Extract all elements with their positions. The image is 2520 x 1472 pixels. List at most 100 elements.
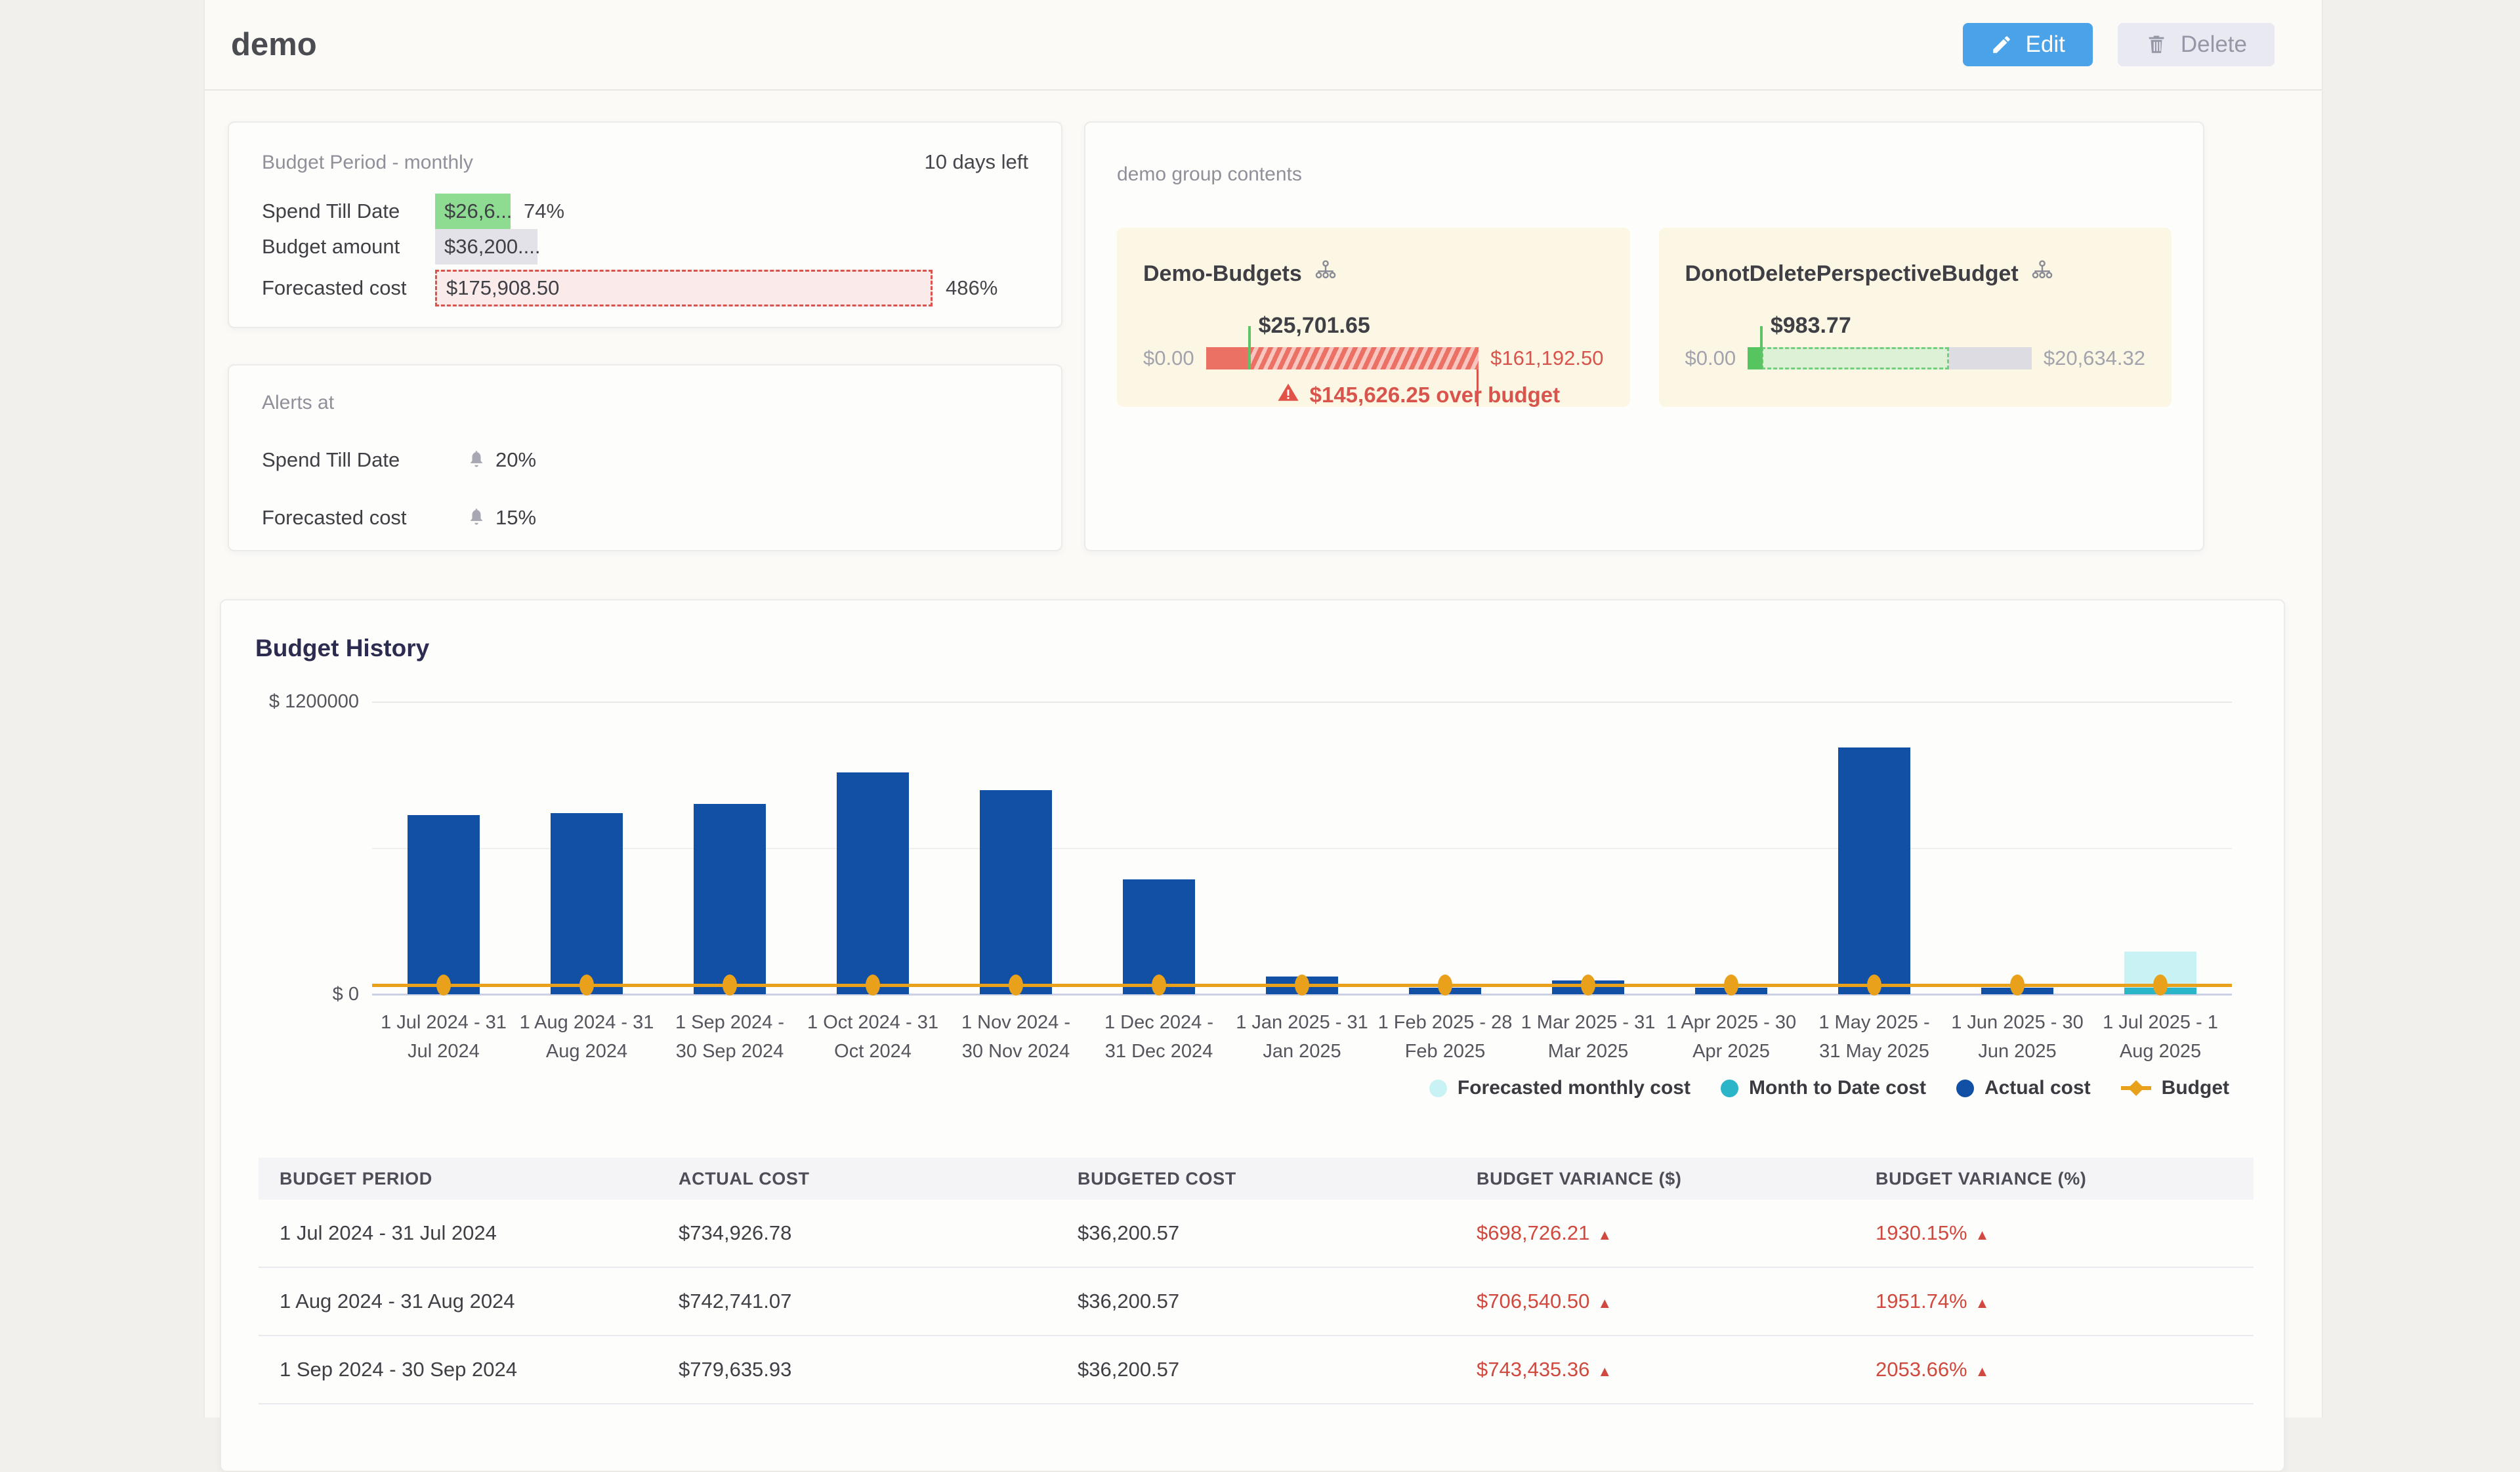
trash-icon: [2145, 33, 2168, 56]
y-axis-label-zero: $ 0: [234, 984, 359, 1005]
group-budget-name-text[interactable]: DonotDeletePerspectiveBudget: [1685, 261, 2019, 287]
pencil-icon: [1990, 33, 2013, 56]
chart-slot: [2089, 702, 2232, 994]
budget-period-row-label: Budget amount: [262, 235, 435, 259]
meter-min-label: $0.00: [1143, 347, 1194, 370]
budget-meter: $0.00$983.77$20,634.32: [1685, 347, 2146, 370]
budget-spend-chip: $26,6...: [435, 194, 511, 229]
over-budget-label: $145,626.25 over budget: [1277, 381, 1561, 409]
table-column-header: BUDGET PERIOD: [259, 1169, 658, 1189]
budget-period-row-label: Forecasted cost: [262, 276, 435, 300]
budget-period-card: Budget Period - monthly 10 days left Spe…: [228, 121, 1062, 328]
cell-budgeted-cost: $36,200.57: [1057, 1221, 1456, 1245]
x-axis-label: 1 May 2025 - 31 May 2025: [1803, 1009, 1946, 1066]
group-contents-card: demo group contents Demo-Budgets$0.00$25…: [1084, 121, 2204, 551]
cell-budget-period: 1 Aug 2024 - 31 Aug 2024: [259, 1290, 658, 1313]
chart-slot: [658, 702, 801, 994]
legend-label: Month to Date cost: [1749, 1077, 1926, 1099]
spend-marker-tick: [1760, 326, 1763, 369]
group-budget-name: Demo-Budgets: [1143, 259, 1604, 289]
delete-button[interactable]: Delete: [2118, 23, 2275, 66]
group-budget-name-text[interactable]: Demo-Budgets: [1143, 261, 1302, 287]
budget-budget-chip: $36,200....: [435, 229, 537, 264]
x-axis-label: 1 Mar 2025 - 31 Mar 2025: [1517, 1009, 1660, 1066]
table-column-header: BUDGET VARIANCE ($): [1456, 1169, 1855, 1189]
legend-label: Forecasted monthly cost: [1458, 1077, 1690, 1099]
cell-budget-period: 1 Jul 2024 - 31 Jul 2024: [259, 1221, 658, 1245]
over-budget-text: $145,626.25 over budget: [1310, 383, 1561, 408]
alerts-rows: Spend Till Date20%Forecasted cost15%: [262, 448, 1028, 530]
actual-cost-bar: [1838, 747, 1910, 994]
actual-cost-bar: [980, 790, 1052, 994]
actual-cost-bar: [551, 813, 623, 994]
cell-budget-variance-usd: $698,726.21▲: [1456, 1221, 1855, 1245]
budget-period-rows: Spend Till Date$26,6... 74% Budget amount$…: [262, 194, 1028, 306]
cell-budget-variance-pct: 1951.74%▲: [1855, 1290, 2254, 1313]
legend-label: Actual cost: [1984, 1077, 2091, 1099]
chart-slot: [1517, 702, 1660, 994]
cell-budgeted-cost: $36,200.57: [1057, 1358, 1456, 1381]
x-axis-label: 1 Aug 2024 - 31 Aug 2024: [515, 1009, 658, 1066]
chart-slot: [1803, 702, 1946, 994]
chart-slot: [1230, 702, 1374, 994]
alert-row-label: Spend Till Date: [262, 448, 467, 472]
table-row: 1 Sep 2024 - 30 Sep 2024$779,635.93$36,2…: [259, 1336, 2254, 1404]
budget-point-marker: [2153, 975, 2168, 996]
legend-label: Budget: [2162, 1077, 2229, 1099]
page-header: demo Edit Delete: [205, 0, 2322, 91]
x-axis-label: 1 Feb 2025 - 28 Feb 2025: [1374, 1009, 1517, 1066]
header-actions: Edit Delete: [1963, 23, 2275, 66]
chart-slot: [372, 702, 515, 994]
chart-legend: Forecasted monthly cost Month to Date cos…: [1429, 1077, 2229, 1099]
edit-button[interactable]: Edit: [1963, 23, 2093, 66]
y-axis-label-max: $ 1200000: [234, 691, 359, 713]
table-column-header: ACTUAL COST: [658, 1169, 1057, 1189]
cell-budget-variance-pct: 1930.15%▲: [1855, 1221, 2254, 1245]
group-budget-list: Demo-Budgets $0.00 $25,701.65$145,626.25 o…: [1117, 228, 2172, 407]
cell-actual-cost: $734,926.78: [658, 1221, 1057, 1245]
budget-period-pct: 74%: [524, 200, 564, 223]
remaining-segment: [1949, 347, 2032, 369]
table-header-row: BUDGET PERIODACTUAL COSTBUDGETED COSTBUD…: [259, 1158, 2254, 1200]
budget-point-marker: [1581, 975, 1595, 996]
meter-track: $25,701.65$145,626.25 over budget: [1206, 347, 1479, 369]
meter-max-label: $20,634.32: [2044, 347, 2145, 370]
meter-max-label: $161,192.50: [1490, 347, 1603, 370]
x-axis-label: 1 Sep 2024 - 30 Sep 2024: [658, 1009, 801, 1066]
actual-cost-bar: [408, 815, 480, 994]
x-axis-label: 1 Apr 2025 - 30 Apr 2025: [1660, 1009, 1803, 1066]
chart-slot: [801, 702, 944, 994]
budget-period-title: Budget Period - monthly: [262, 152, 473, 174]
budget-point-marker: [1152, 975, 1166, 996]
budget-point-marker: [723, 975, 737, 996]
budget-forecast-chip: $175,908.50: [435, 270, 933, 306]
x-axis-label: 1 Jun 2025 - 30 Jun 2025: [1946, 1009, 2089, 1066]
legend-item: Actual cost: [1956, 1077, 2091, 1099]
alert-threshold-value: 20%: [495, 448, 536, 472]
cell-budget-period: 1 Sep 2024 - 30 Sep 2024: [259, 1358, 658, 1381]
up-triangle-icon: ▲: [1597, 1363, 1612, 1379]
spend-marker-tick: [1248, 326, 1251, 369]
up-triangle-icon: ▲: [1597, 1227, 1612, 1243]
x-axis-label: 1 Jul 2025 - 1 Aug 2025: [2089, 1009, 2232, 1066]
budget-history-card: Budget History $ 1200000 $ 0 1 Jul 2024 …: [220, 599, 2285, 1472]
budget-period-row-label: Spend Till Date: [262, 200, 435, 223]
x-axis-label: 1 Jul 2024 - 31 Jul 2024: [372, 1009, 515, 1066]
legend-line-marker: [2121, 1086, 2151, 1090]
table-body: 1 Jul 2024 - 31 Jul 2024$734,926.78$36,2…: [259, 1200, 2254, 1404]
up-triangle-icon: ▲: [1975, 1227, 1990, 1243]
legend-dot-marker: [1956, 1080, 1974, 1097]
table-row: 1 Jul 2024 - 31 Jul 2024$734,926.78$36,2…: [259, 1200, 2254, 1268]
group-budget-item: DonotDeletePerspectiveBudget $0.00$983.77…: [1659, 228, 2172, 407]
up-triangle-icon: ▲: [1975, 1295, 1990, 1311]
x-axis-label: 1 Jan 2025 - 31 Jan 2025: [1230, 1009, 1374, 1066]
chart-slot: [515, 702, 658, 994]
budget-point-marker: [579, 975, 594, 996]
table-column-header: BUDGETED COST: [1057, 1169, 1456, 1189]
budget-point-marker: [1295, 975, 1309, 996]
alert-threshold-value: 15%: [495, 506, 536, 530]
chart-slot: [1660, 702, 1803, 994]
budget-point-marker: [1867, 975, 1881, 996]
cell-budgeted-cost: $36,200.57: [1057, 1290, 1456, 1313]
spend-segment: [1748, 347, 1761, 369]
